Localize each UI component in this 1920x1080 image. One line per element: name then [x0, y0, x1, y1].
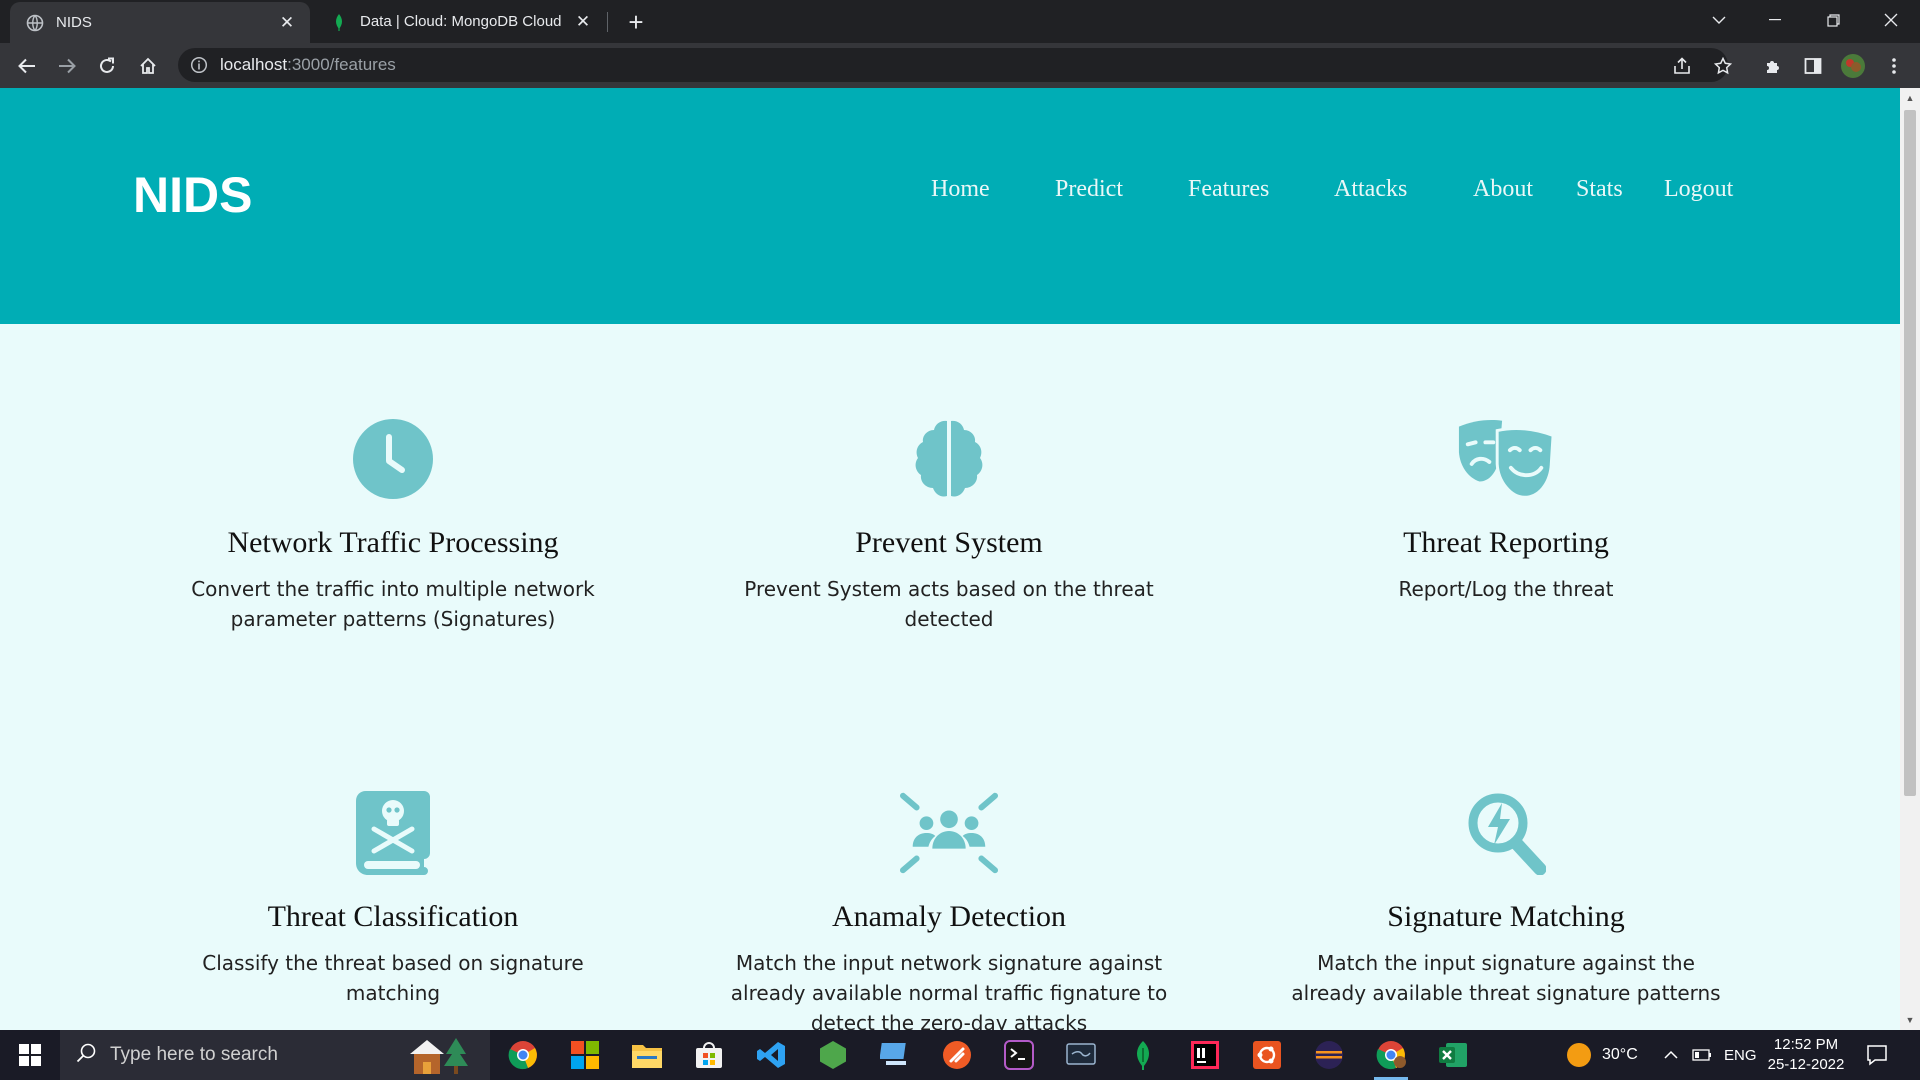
nav-about[interactable]: About — [1473, 176, 1533, 203]
nav-predict[interactable]: Predict — [1055, 176, 1123, 203]
file-explorer-icon[interactable] — [620, 1035, 674, 1075]
weather-widget[interactable]: 30°C — [1566, 1030, 1638, 1080]
side-panel-icon[interactable] — [1798, 51, 1828, 81]
nav-features[interactable]: Features — [1188, 176, 1269, 203]
restore-button[interactable] — [1810, 0, 1856, 40]
reload-icon[interactable] — [92, 51, 122, 81]
chrome-active-taskbar-icon[interactable] — [1364, 1035, 1418, 1080]
tab-title: Data | Cloud: MongoDB Cloud — [360, 13, 562, 30]
office-taskbar-icon[interactable] — [558, 1035, 612, 1075]
search-placeholder: Type here to search — [110, 1044, 278, 1065]
feature-card: Network Traffic Processing Convert the t… — [173, 414, 613, 634]
feature-card: Threat Reporting Report/Log the threat — [1286, 414, 1726, 604]
notification-center-icon[interactable] — [1866, 1030, 1888, 1080]
browser-toolbar: localhost:3000/features — [0, 43, 1920, 88]
book-skull-icon — [343, 788, 443, 878]
mongodb-compass-icon[interactable] — [1116, 1035, 1170, 1075]
nodejs-icon[interactable] — [806, 1035, 860, 1075]
forward-icon[interactable] — [52, 51, 82, 81]
share-icon[interactable] — [1667, 51, 1697, 81]
postman-icon[interactable] — [930, 1035, 984, 1075]
mysql-workbench-icon[interactable] — [1054, 1035, 1108, 1075]
magnifying-glass-bolt-icon — [1456, 788, 1556, 878]
vscode-icon[interactable] — [744, 1035, 798, 1075]
scroll-thumb[interactable] — [1904, 110, 1916, 796]
url-text: localhost:3000/features — [220, 55, 396, 74]
nav-stats[interactable]: Stats — [1576, 176, 1623, 203]
holiday-decoration-icon — [410, 1036, 472, 1076]
globe-icon — [26, 14, 44, 32]
address-bar[interactable]: localhost:3000/features — [178, 48, 1728, 82]
feature-card: Anamaly Detection Match the input networ… — [729, 788, 1169, 1030]
scroll-up-arrow[interactable]: ▲ — [1900, 90, 1920, 106]
feature-title: Anamaly Detection — [831, 900, 1067, 933]
language-indicator[interactable]: ENG — [1724, 1030, 1757, 1080]
feature-title: Signature Matching — [1387, 900, 1625, 933]
excel-icon[interactable] — [1426, 1035, 1480, 1075]
home-icon[interactable] — [133, 51, 163, 81]
feature-title: Prevent System — [855, 526, 1043, 559]
page-viewport: NIDS Home Predict Features Attacks About… — [0, 88, 1900, 1030]
nav-attacks[interactable]: Attacks — [1334, 176, 1407, 203]
eclipse-icon[interactable] — [1302, 1035, 1356, 1075]
close-tab-icon[interactable]: ✕ — [572, 11, 594, 33]
windows-taskbar: Type here to search 30°C ENG 12:52 PM 25… — [0, 1030, 1920, 1080]
feature-title: Threat Classification — [267, 900, 519, 933]
feature-description: Report/Log the threat — [1398, 577, 1614, 601]
show-hidden-icons-chevron-icon[interactable] — [1664, 1030, 1678, 1080]
back-icon[interactable] — [12, 51, 42, 81]
windows-start-button[interactable] — [0, 1030, 60, 1080]
tab-separator — [607, 12, 608, 32]
extensions-puzzle-icon[interactable] — [1758, 51, 1788, 81]
intellij-icon[interactable] — [1178, 1035, 1232, 1075]
site-info-icon[interactable] — [190, 56, 208, 74]
site-header: NIDS Home Predict Features Attacks About… — [0, 88, 1900, 324]
clock-icon — [343, 414, 443, 504]
ubuntu-icon[interactable] — [1240, 1035, 1294, 1075]
tab-search-icon[interactable] — [1696, 0, 1742, 40]
feature-description: Match the input signature against the al… — [1291, 951, 1721, 1005]
feature-title: Network Traffic Processing — [227, 526, 559, 559]
feature-description: Convert the traffic into multiple networ… — [191, 577, 595, 631]
taskbar-clock[interactable]: 12:52 PM 25-12-2022 — [1756, 1035, 1856, 1075]
clock-time: 12:52 PM — [1773, 1036, 1839, 1053]
users-viewfinder-icon — [899, 788, 999, 878]
temperature-text: 30°C — [1602, 1046, 1638, 1063]
terminal-icon[interactable] — [992, 1035, 1046, 1075]
theater-masks-icon — [1456, 414, 1556, 504]
feature-card: Prevent System Prevent System acts based… — [729, 414, 1169, 634]
remote-desktop-icon[interactable] — [868, 1035, 922, 1075]
close-tab-icon[interactable]: ✕ — [276, 12, 298, 34]
clock-date: 25-12-2022 — [1767, 1056, 1845, 1073]
feature-description: Match the input network signature agains… — [730, 951, 1168, 1030]
feature-card: Signature Matching Match the input signa… — [1286, 788, 1726, 1008]
tab-nids[interactable]: NIDS ✕ — [10, 2, 310, 43]
brand-logo[interactable]: NIDS — [133, 166, 252, 224]
feature-description: Classify the threat based on signature m… — [202, 951, 584, 1005]
tab-title: NIDS — [56, 14, 92, 31]
nav-home[interactable]: Home — [931, 176, 990, 203]
feature-title: Threat Reporting — [1403, 526, 1609, 559]
chrome-taskbar-icon[interactable] — [496, 1035, 550, 1075]
bookmark-star-icon[interactable] — [1708, 51, 1738, 81]
more-menu-icon[interactable] — [1879, 51, 1909, 81]
sun-weather-icon — [1566, 1042, 1592, 1068]
tab-mongodb[interactable]: Data | Cloud: MongoDB Cloud ✕ — [314, 0, 606, 43]
search-icon — [76, 1043, 96, 1068]
feature-description: Prevent System acts based on the threat … — [744, 577, 1154, 631]
microsoft-store-icon[interactable] — [682, 1035, 736, 1075]
feature-card: Threat Classification Classify the threa… — [173, 788, 613, 1008]
nav-logout[interactable]: Logout — [1664, 176, 1733, 203]
profile-avatar[interactable] — [1838, 51, 1868, 81]
close-window-button[interactable] — [1868, 0, 1914, 40]
minimize-button[interactable] — [1752, 0, 1798, 40]
battery-icon[interactable] — [1692, 1030, 1712, 1080]
page-scrollbar[interactable]: ▲ ▼ — [1900, 88, 1920, 1030]
new-tab-button[interactable]: + — [622, 7, 650, 37]
browser-tab-strip: NIDS ✕ Data | Cloud: MongoDB Cloud ✕ + — [0, 0, 1920, 43]
mongodb-leaf-icon — [330, 13, 348, 31]
scroll-down-arrow[interactable]: ▼ — [1900, 1012, 1920, 1028]
brain-icon — [899, 414, 999, 504]
taskbar-search-box[interactable]: Type here to search — [60, 1030, 490, 1080]
